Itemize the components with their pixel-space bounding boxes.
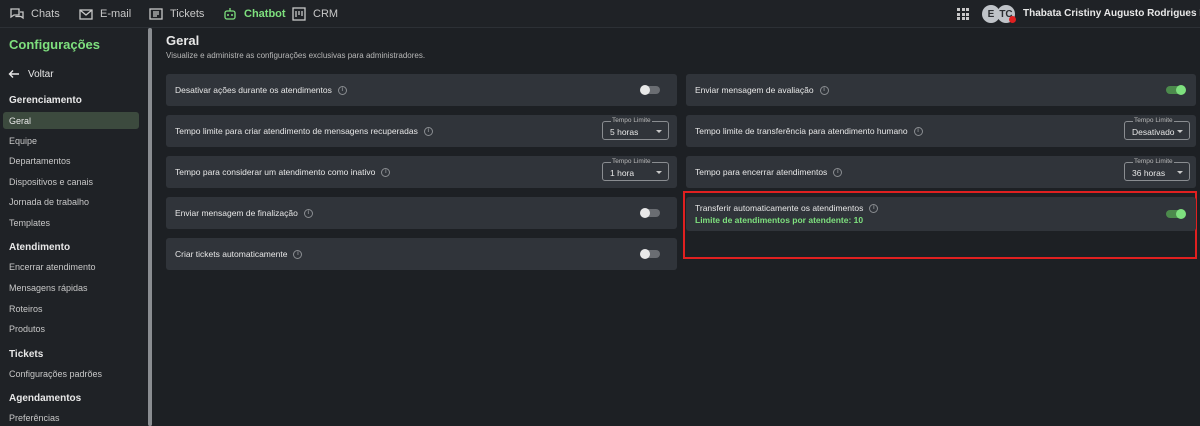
select-value: 5 horas (610, 127, 639, 137)
select-tempo-encerrar[interactable]: Tempo Limite 36 horas (1124, 158, 1190, 181)
user-name[interactable]: Thabata Cristiny Augusto Rodrigues Moura (1023, 8, 1200, 19)
sidebar-item-config-padroes[interactable]: Configurações padrões (9, 369, 102, 379)
select-tempo-inativo[interactable]: Tempo Limite 1 hora (602, 158, 669, 181)
chevron-down-icon (1177, 171, 1183, 174)
chevron-down-icon (656, 130, 662, 133)
page-title: Geral (166, 33, 200, 48)
ticket-icon (149, 8, 163, 20)
setting-label: Desativar ações durante os atendimentos (175, 85, 332, 95)
setting-tempo-transferencia: Tempo limite de transferência para atend… (686, 115, 1196, 147)
chevron-down-icon (1177, 130, 1183, 133)
setting-tempo-inativo: Tempo para considerar um atendimento com… (166, 156, 677, 188)
toggle-criar-tickets[interactable] (640, 249, 660, 259)
select-value: 36 horas (1132, 168, 1166, 178)
nav-chats-label: Chats (31, 8, 60, 20)
sidebar-scrollbar[interactable] (148, 28, 152, 426)
nav-crm[interactable]: CRM (292, 0, 338, 28)
nav-chatbot-label: Chatbot (244, 8, 286, 20)
sidebar-item-preferencias[interactable]: Preferências (9, 413, 60, 423)
robot-icon (224, 8, 236, 20)
arrow-left-icon (8, 70, 19, 78)
nav-chatbot[interactable]: Chatbot (223, 0, 286, 28)
nav-tickets[interactable]: Tickets (149, 0, 204, 28)
back-button[interactable]: Voltar (8, 68, 54, 80)
sidebar-item-encerrar[interactable]: Encerrar atendimento (9, 262, 96, 272)
status-indicator (1009, 16, 1016, 23)
sidebar-item-departamentos[interactable]: Departamentos (9, 156, 71, 166)
setting-label: Enviar mensagem de avaliação (695, 85, 814, 95)
page-subtitle: Visualize e administre as configurações … (166, 51, 426, 60)
info-icon[interactable]: i (423, 126, 433, 136)
info-icon[interactable]: i (337, 85, 347, 95)
info-icon[interactable]: i (833, 167, 843, 177)
setting-tempo-encerrar: Tempo para encerrar atendimentos i Tempo … (686, 156, 1196, 188)
select-legend: Tempo Limite (611, 158, 652, 165)
setting-label: Tempo para encerrar atendimentos (695, 167, 828, 177)
select-value: 1 hora (610, 168, 635, 178)
info-icon[interactable]: i (869, 203, 879, 213)
limite-atendimentos-text: Limite de atendimentos por atendente: 10 (695, 215, 864, 225)
crm-board-icon (292, 7, 306, 21)
nav-email[interactable]: E-mail (79, 0, 131, 28)
nav-crm-label: CRM (313, 8, 339, 20)
settings-sidebar: Configurações Voltar Gerenciamento Geral… (0, 28, 148, 426)
select-tempo-recuperadas[interactable]: Tempo Limite 5 horas (602, 117, 669, 140)
info-icon[interactable]: i (293, 249, 303, 259)
info-icon[interactable]: i (381, 167, 391, 177)
sidebar-item-templates[interactable]: Templates (9, 218, 50, 228)
setting-label: Criar tickets automaticamente (175, 249, 288, 259)
select-legend: Tempo Limite (611, 117, 652, 124)
info-icon[interactable]: i (913, 126, 923, 136)
toggle-desativar-acoes[interactable] (640, 85, 660, 95)
info-icon[interactable]: i (303, 208, 313, 218)
toggle-transferir-auto[interactable] (1166, 209, 1186, 219)
section-tickets: Tickets (9, 349, 44, 360)
setting-label: Enviar mensagem de finalização (175, 208, 298, 218)
setting-desativar-acoes: Desativar ações durante os atendimentos i (166, 74, 677, 106)
select-value: Desativado (1132, 127, 1175, 137)
setting-tempo-limite-recuperadas: Tempo limite para criar atendimento de m… (166, 115, 677, 147)
setting-transferir-auto: Transferir automaticamente os atendiment… (686, 197, 1196, 231)
sidebar-item-jornada[interactable]: Jornada de trabalho (9, 197, 89, 207)
back-label: Voltar (28, 68, 54, 80)
nav-tickets-label: Tickets (170, 8, 205, 20)
sidebar-item-mensagens[interactable]: Mensagens rápidas (9, 283, 88, 293)
setting-label: Tempo limite para criar atendimento de m… (175, 126, 418, 136)
select-legend: Tempo Limite (1133, 117, 1174, 124)
chat-icon (10, 8, 24, 20)
nav-chats[interactable]: Chats (10, 0, 60, 28)
sidebar-item-geral[interactable]: Geral (3, 112, 139, 129)
section-gerenciamento: Gerenciamento (9, 95, 82, 106)
setting-label: Tempo para considerar um atendimento com… (175, 167, 376, 177)
scrollbar-thumb[interactable] (148, 28, 152, 426)
section-agendamentos: Agendamentos (9, 393, 82, 404)
mail-icon (79, 9, 93, 20)
chevron-down-icon (656, 171, 662, 174)
setting-criar-tickets: Criar tickets automaticamente i (166, 238, 677, 270)
section-atendimento: Atendimento (9, 242, 71, 253)
info-icon[interactable]: i (819, 85, 829, 95)
toggle-msg-avaliacao[interactable] (1166, 85, 1186, 95)
toggle-msg-finalizacao[interactable] (640, 208, 660, 218)
sidebar-item-dispositivos[interactable]: Dispositivos e canais (9, 177, 93, 187)
sidebar-title: Configurações (9, 37, 101, 52)
select-tempo-transferencia[interactable]: Tempo Limite Desativado (1124, 117, 1190, 140)
setting-label: Transferir automaticamente os atendiment… (695, 203, 864, 213)
select-legend: Tempo Limite (1133, 158, 1174, 165)
setting-label: Tempo limite de transferência para atend… (695, 126, 908, 136)
top-navigation-bar: Chats E-mail Tickets Chatbot CRM E TC Th… (0, 0, 1200, 28)
sidebar-item-equipe[interactable]: Equipe (9, 136, 37, 146)
setting-msg-avaliacao: Enviar mensagem de avaliação i (686, 74, 1196, 106)
apps-grid-icon[interactable] (957, 8, 969, 20)
setting-msg-finalizacao: Enviar mensagem de finalização i (166, 197, 677, 229)
nav-email-label: E-mail (100, 8, 132, 20)
sidebar-item-produtos[interactable]: Produtos (9, 324, 45, 334)
sidebar-item-roteiros[interactable]: Roteiros (9, 304, 43, 314)
